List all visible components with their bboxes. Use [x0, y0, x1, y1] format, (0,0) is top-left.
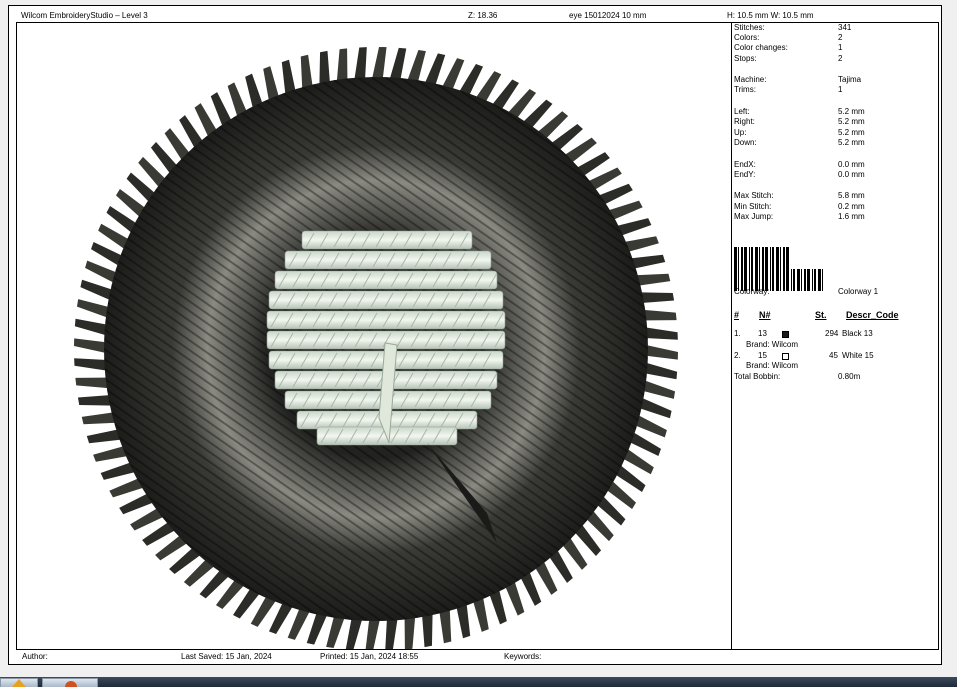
zoom-level: Z: 18.36 [468, 11, 498, 20]
design-info-panel: Stitches: 341 Colors: 2 Color changes: 1 Stops… [734, 23, 939, 649]
stat-row: Left: 5.2 mm [734, 107, 865, 116]
stat-row: EndX: 0.0 mm [734, 160, 865, 169]
stat-row: EndY: 0.0 mm [734, 170, 865, 179]
stat-row: Machine: Tajima [734, 75, 862, 84]
barcode-image [734, 247, 823, 291]
stat-row: Min Stitch: 0.2 mm [734, 202, 865, 211]
col-n-header: N# [759, 310, 771, 320]
stat-row: Color changes: 1 [734, 43, 843, 52]
design-preview [17, 23, 732, 649]
author-field: Author: [22, 652, 48, 661]
stat-row: Max Jump: 1.6 mm [734, 212, 865, 221]
color-swatch-white [782, 353, 789, 360]
start-button[interactable] [0, 678, 38, 687]
stat-row: Trims: 1 [734, 85, 843, 94]
app-icon [65, 681, 77, 687]
design-name: eye 15012024 10 mm [569, 11, 647, 20]
page-footer: Author: Last Saved: 15 Jan, 2024 Printed… [9, 650, 941, 664]
app-title: Wilcom EmbroideryStudio – Level 3 [21, 11, 148, 20]
taskbar-app-button[interactable] [42, 678, 98, 687]
stat-row: Max Stitch: 5.8 mm [734, 191, 865, 200]
keywords-field: Keywords: [504, 652, 542, 661]
col-descr-header: Descr_Code [846, 310, 899, 320]
stat-row: Stops: 2 [734, 54, 843, 63]
total-bobbin-row: Total Bobbin: 0.80m [734, 372, 861, 381]
print-preview-sheet: Wilcom EmbroideryStudio – Level 3 Z: 18.… [8, 5, 942, 665]
colorway-row: Colorway: Colorway 1 [734, 287, 879, 296]
stat-row: Colors: 2 [734, 33, 843, 42]
print-layout: Stitches: 341 Colors: 2 Color changes: 1 Stops… [16, 22, 939, 650]
embroidery-design-image [74, 47, 678, 649]
design-size: H: 10.5 mm W: 10.5 mm [727, 11, 814, 20]
col-st-header: St. [815, 310, 827, 320]
col-index-header: # [734, 310, 740, 320]
stat-row: Down: 5.2 mm [734, 138, 865, 147]
taskbar [0, 677, 957, 687]
stat-row: Right: 5.2 mm [734, 117, 865, 126]
printed-field: Printed: 15 Jan, 2024 18:55 [320, 652, 419, 661]
page-header: Wilcom EmbroideryStudio – Level 3 Z: 18.… [9, 6, 941, 22]
start-icon [12, 679, 26, 687]
stat-row: Stitches: 341 [734, 23, 852, 32]
color-swatch-black [782, 331, 789, 338]
last-saved-field: Last Saved: 15 Jan, 2024 [181, 652, 272, 661]
stat-row: Up: 5.2 mm [734, 128, 865, 137]
